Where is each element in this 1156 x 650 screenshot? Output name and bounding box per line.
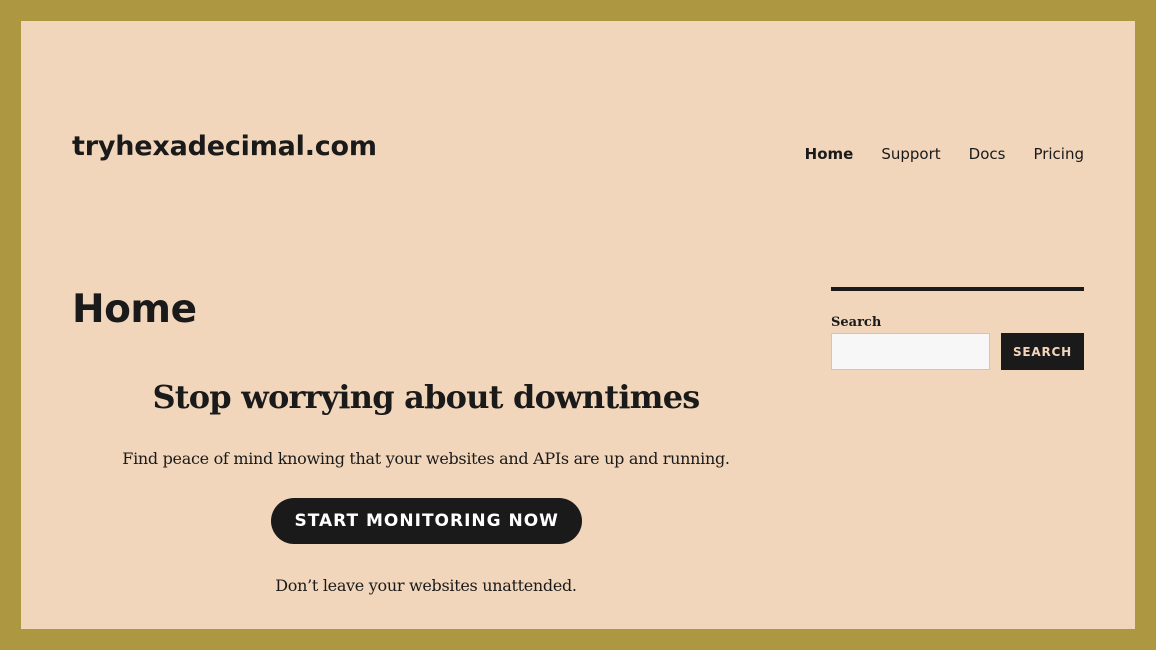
- hero-section: Stop worrying about downtimes Find peace…: [72, 373, 780, 595]
- nav-item-support[interactable]: Support: [881, 145, 940, 163]
- search-form: SEARCH: [831, 333, 1084, 370]
- page-title: Home: [72, 287, 197, 332]
- search-label: Search: [831, 315, 882, 330]
- sidebar: Search SEARCH: [831, 287, 1084, 370]
- site-title-link[interactable]: tryhexadecimal.com: [72, 131, 377, 162]
- nav-item-docs[interactable]: Docs: [969, 145, 1006, 163]
- start-monitoring-button[interactable]: START MONITORING NOW: [270, 498, 582, 544]
- hero-lead-text: Find peace of mind knowing that your web…: [122, 449, 730, 468]
- main-navigation: Home Support Docs Pricing: [805, 145, 1084, 163]
- search-button[interactable]: SEARCH: [1001, 333, 1084, 370]
- nav-item-home[interactable]: Home: [805, 145, 854, 163]
- sidebar-divider: [831, 287, 1084, 291]
- hero-tagline: Don’t leave your websites unattended.: [275, 576, 577, 595]
- nav-item-pricing[interactable]: Pricing: [1033, 145, 1084, 163]
- page: tryhexadecimal.com Home Support Docs Pri…: [21, 21, 1135, 629]
- search-input[interactable]: [831, 333, 990, 370]
- hero-heading: Stop worrying about downtimes: [152, 378, 700, 416]
